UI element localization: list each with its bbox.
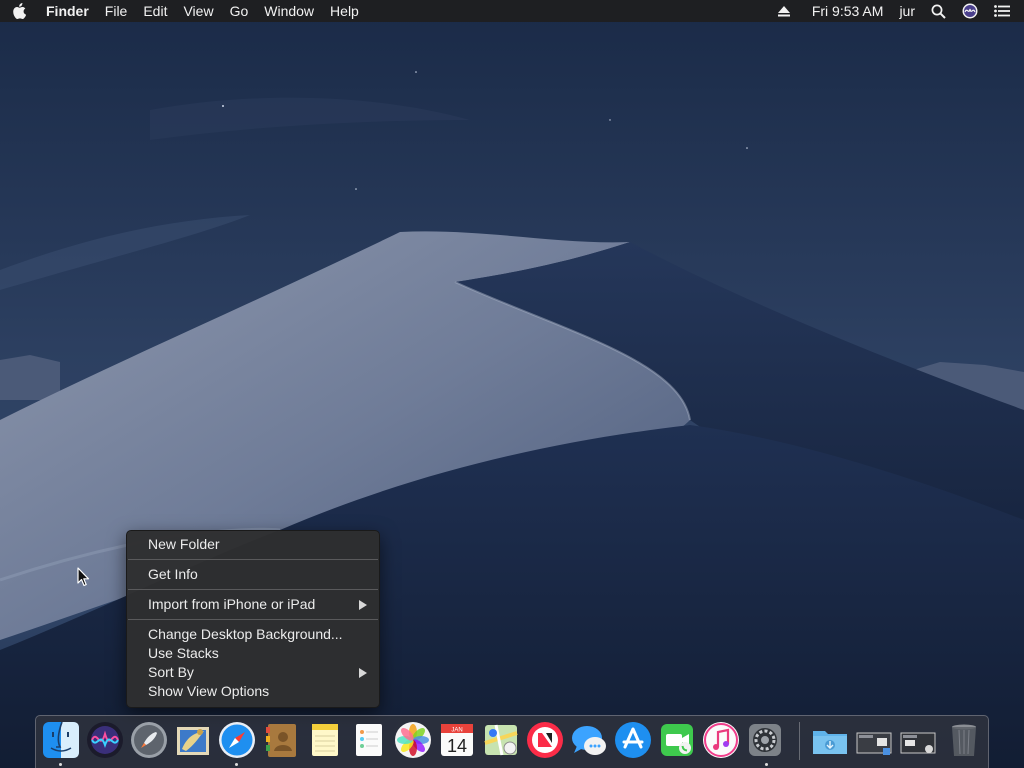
siri-icon[interactable] — [86, 721, 124, 759]
siri-button[interactable] — [954, 0, 986, 22]
photos-icon[interactable] — [394, 721, 432, 759]
menu-item-label: Get Info — [148, 566, 198, 582]
menu-item-sort-by[interactable]: Sort By — [127, 663, 379, 682]
menu-view[interactable]: View — [175, 0, 221, 22]
menu-separator — [128, 589, 378, 590]
menu-help[interactable]: Help — [322, 0, 367, 22]
menu-item-use-stacks[interactable]: Use Stacks — [127, 644, 379, 663]
desktop-context-menu: New Folder Get Info Import from iPhone o… — [126, 530, 380, 708]
search-icon — [931, 4, 946, 19]
app-store-icon[interactable] — [614, 721, 652, 759]
notes-icon[interactable] — [306, 721, 344, 759]
calendar-day: 14 — [447, 736, 467, 756]
eject-icon — [777, 5, 790, 16]
reminders-icon[interactable] — [350, 721, 388, 759]
menu-item-new-folder[interactable]: New Folder — [127, 535, 379, 554]
spotlight-button[interactable] — [923, 0, 954, 22]
menu-item-label: Sort By — [148, 664, 194, 680]
messages-icon[interactable] — [570, 721, 608, 759]
maps-icon[interactable] — [482, 721, 520, 759]
calendar-month: JAN — [451, 728, 462, 734]
menu-item-show-view-options[interactable]: Show View Options — [127, 682, 379, 701]
screenshot-stack-icon[interactable] — [855, 721, 893, 759]
menu-item-label: Show View Options — [148, 683, 270, 699]
menu-go[interactable]: Go — [222, 0, 257, 22]
menu-separator — [128, 619, 378, 620]
downloads-folder-icon[interactable] — [811, 721, 849, 759]
menu-edit[interactable]: Edit — [135, 0, 175, 22]
siri-icon — [962, 3, 978, 19]
submenu-arrow-icon — [359, 668, 367, 678]
menu-separator — [128, 559, 378, 560]
submenu-arrow-icon — [359, 600, 367, 610]
system-preferences-icon[interactable] — [746, 721, 784, 759]
running-indicator — [765, 763, 768, 766]
dock: JAN 14 — [35, 715, 989, 768]
itunes-icon[interactable] — [702, 721, 740, 759]
menu-item-label: New Folder — [148, 536, 220, 552]
finder-icon[interactable] — [42, 721, 80, 759]
news-icon[interactable] — [526, 721, 564, 759]
eject-menu[interactable] — [768, 0, 800, 22]
apple-logo-icon — [13, 3, 26, 19]
menu-item-label: Change Desktop Background... — [148, 626, 343, 642]
menu-window[interactable]: Window — [256, 0, 322, 22]
menu-item-get-info[interactable]: Get Info — [127, 565, 379, 584]
running-indicator — [59, 763, 62, 766]
menu-item-label: Import from iPhone or iPad — [148, 596, 316, 612]
running-indicator — [235, 763, 238, 766]
facetime-icon[interactable] — [658, 721, 696, 759]
launchpad-icon[interactable] — [130, 721, 168, 759]
safari-icon[interactable] — [218, 721, 256, 759]
trash-icon[interactable] — [945, 721, 983, 759]
apple-menu[interactable] — [0, 0, 38, 22]
menu-bar: Finder File Edit View Go Window Help Fri… — [0, 0, 1024, 22]
menu-item-import-from-iphone[interactable]: Import from iPhone or iPad — [127, 595, 379, 614]
contacts-icon[interactable] — [262, 721, 300, 759]
screenshot-stack-icon[interactable] — [899, 721, 937, 759]
menu-clock[interactable]: Fri 9:53 AM — [800, 0, 892, 22]
notification-center-icon — [994, 5, 1010, 17]
mouse-pointer-icon — [77, 567, 90, 587]
notification-center-button[interactable] — [986, 0, 1024, 22]
menu-file[interactable]: File — [97, 0, 136, 22]
menu-user[interactable]: jur — [891, 0, 923, 22]
menu-item-label: Use Stacks — [148, 645, 219, 661]
menu-app-name[interactable]: Finder — [38, 0, 97, 22]
calendar-icon[interactable]: JAN 14 — [438, 721, 476, 759]
dock-divider — [799, 722, 800, 760]
mail-icon[interactable] — [174, 721, 212, 759]
menu-item-change-desktop-background[interactable]: Change Desktop Background... — [127, 625, 379, 644]
